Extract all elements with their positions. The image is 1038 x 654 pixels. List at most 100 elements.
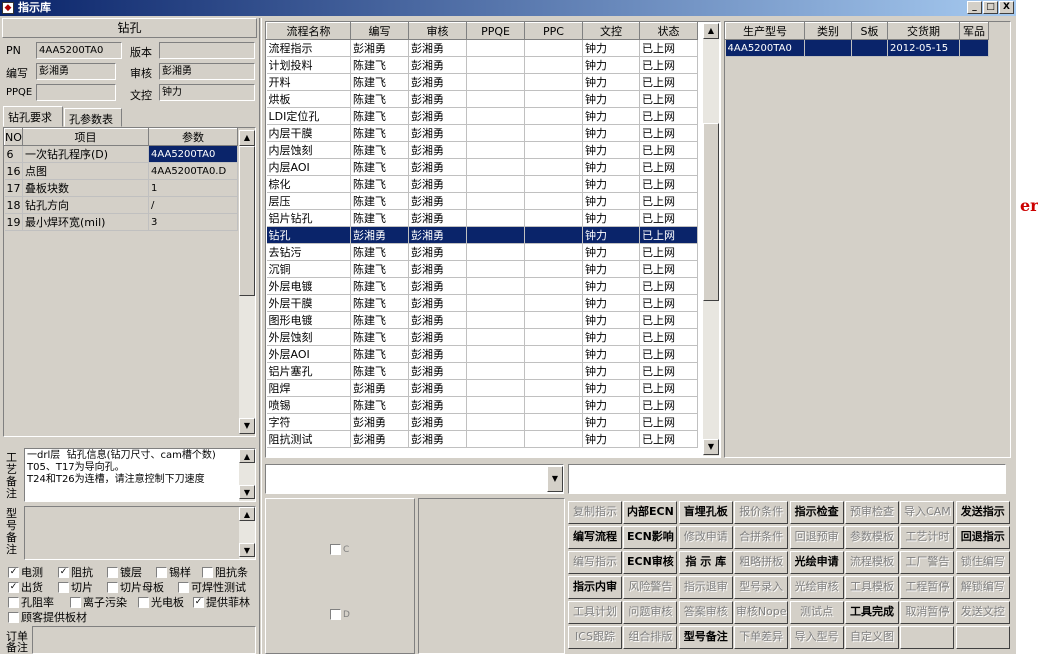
col-header-model[interactable]: 生产型号 [725,22,805,40]
action-button[interactable]: 修改申请 [678,526,733,549]
table-row[interactable]: 内层干膜 陈建飞 彭湘勇 钟力 已上网 [266,124,698,142]
checkbox-icon[interactable]: ✓ [8,566,19,578]
action-button[interactable]: 合拼条件 [734,526,789,549]
scroll-down-icon[interactable]: ▼ [239,418,255,434]
action-button[interactable]: 指示检查 [789,501,844,524]
action-button[interactable]: 发送文控 [955,601,1010,624]
action-button[interactable]: 指示退审 [678,576,733,599]
action-button[interactable]: 答案审核 [678,601,733,624]
scroll-down-icon[interactable]: ▼ [703,439,719,455]
check-d[interactable]: D [330,609,350,620]
table-row[interactable]: 开料 陈建飞 彭湘勇 钟力 已上网 [266,73,698,91]
ppqe-field[interactable] [36,84,116,101]
action-button[interactable]: 光绘审核 [789,576,844,599]
table-row[interactable]: 内层蚀刻 陈建飞 彭湘勇 钟力 已上网 [266,141,698,159]
action-button[interactable]: 复制指示 [568,501,622,524]
check-impedance-strip[interactable]: 阻抗条 [202,564,248,580]
table-row[interactable]: 棕化 陈建飞 彭湘勇 钟力 已上网 [266,175,698,193]
action-button[interactable]: 盲埋孔板 [678,501,733,524]
order-note-box[interactable] [32,626,256,654]
col-header-review[interactable]: 审核 [408,22,467,40]
remark-input[interactable] [568,464,1006,494]
table-row[interactable]: 烘板 陈建飞 彭湘勇 钟力 已上网 [266,90,698,108]
col-header-process[interactable]: 流程名称 [266,22,351,40]
minimize-button[interactable]: _ [967,1,982,14]
action-button[interactable]: 锁住编写 [955,551,1010,574]
table-row[interactable]: 去钻污 陈建飞 彭湘勇 钟力 已上网 [266,243,698,261]
action-button[interactable]: 导入型号 [789,626,844,649]
table-row[interactable]: 计划投料 陈建飞 彭湘勇 钟力 已上网 [266,56,698,74]
col-header-no[interactable]: NO [4,128,23,146]
table-row[interactable]: 钻孔 彭湘勇 彭湘勇 钟力 已上网 [266,226,698,244]
scroll-up-icon[interactable]: ▲ [239,449,255,463]
table-row[interactable]: 16 点图 4AA5200TA0.D [4,162,238,180]
check-hole-resistance[interactable]: 孔阻率 [8,594,54,610]
action-button[interactable]: 回退预审 [789,526,844,549]
drill-grid-scrollbar[interactable]: ▲ ▼ [239,130,255,434]
action-button[interactable] [900,626,955,649]
scroll-thumb[interactable] [239,146,255,296]
table-row[interactable]: 字符 彭湘勇 彭湘勇 钟力 已上网 [266,413,698,431]
action-button[interactable]: 粗略拼板 [734,551,789,574]
check-solderability[interactable]: 可焊性测试 [178,579,246,595]
action-button[interactable]: 编写指示 [568,551,622,574]
check-photoelectric[interactable]: 光电板 [138,594,184,610]
check-impedance[interactable]: ✓ 阻抗 [58,564,93,580]
action-button[interactable]: ICS跟踪 [568,626,622,649]
col-header-param[interactable]: 参数 [148,128,238,146]
table-row[interactable]: 层压 陈建飞 彭湘勇 钟力 已上网 [266,192,698,210]
scroll-up-icon[interactable]: ▲ [703,23,719,39]
doc-control-field[interactable]: 钟力 [159,84,255,101]
action-button[interactable]: 下单差异 [734,626,789,649]
action-button[interactable]: 导入CAM [900,501,955,524]
check-plating[interactable]: 镀层 [107,564,142,580]
table-row[interactable]: 6 一次钻孔程序(D) 4AA5200TA0 [4,145,238,163]
action-button[interactable]: 报价条件 [734,501,789,524]
table-row[interactable]: 17 叠板块数 1 [4,179,238,197]
checkbox-icon[interactable] [138,596,149,608]
version-field[interactable] [159,42,255,59]
table-row[interactable]: 4AA5200TA0 2012-05-15 [725,39,989,57]
checkbox-icon[interactable] [107,566,118,578]
tab-hole-params[interactable]: 孔参数表 [64,108,122,127]
pn-field[interactable]: 4AA5200TA0 [36,42,122,59]
table-row[interactable]: 铝片钻孔 陈建飞 彭湘勇 钟力 已上网 [266,209,698,227]
table-row[interactable]: 阻焊 彭湘勇 彭湘勇 钟力 已上网 [266,379,698,397]
checkbox-icon[interactable] [330,609,341,620]
splitter[interactable] [259,18,262,654]
action-button[interactable]: 指 示 库 [678,551,733,574]
check-section[interactable]: 切片 [58,579,93,595]
scroll-down-icon[interactable]: ▼ [239,485,255,499]
title-bar[interactable]: ◆ 指示库 _ □ X [0,0,1016,16]
col-header-status[interactable]: 状态 [639,22,698,40]
action-button[interactable]: 自定义图 [845,626,899,649]
checkbox-icon[interactable]: ✓ [58,566,69,578]
action-button[interactable]: 型号备注 [678,626,733,649]
checkbox-icon[interactable] [107,581,118,593]
table-row[interactable]: 喷锡 陈建飞 彭湘勇 钟力 已上网 [266,396,698,414]
check-provide-film[interactable]: ✓ 提供菲林 [193,594,250,610]
table-row[interactable]: 外层干膜 陈建飞 彭湘勇 钟力 已上网 [266,294,698,312]
col-header-ppc[interactable]: PPC [524,22,583,40]
table-row[interactable]: 图形电镀 陈建飞 彭湘勇 钟力 已上网 [266,311,698,329]
action-button[interactable]: 工艺计时 [900,526,955,549]
table-row[interactable]: 外层电镀 陈建飞 彭湘勇 钟力 已上网 [266,277,698,295]
check-customer-material[interactable]: 顾客提供板材 [8,609,87,625]
action-button[interactable]: 问题审核 [623,601,678,624]
checkbox-icon[interactable]: ✓ [193,596,204,608]
chevron-down-icon[interactable]: ▼ [547,466,563,492]
action-button[interactable]: 流程模板 [845,551,899,574]
scroll-up-icon[interactable]: ▲ [239,130,255,146]
action-button[interactable]: 型号录入 [734,576,789,599]
table-row[interactable]: 沉铜 陈建飞 彭湘勇 钟力 已上网 [266,260,698,278]
checkbox-icon[interactable] [156,566,167,578]
row-param[interactable]: 3 [148,213,238,231]
table-row[interactable]: 内层AOI 陈建飞 彭湘勇 钟力 已上网 [266,158,698,176]
col-header-author[interactable]: 编写 [350,22,409,40]
check-section-mother[interactable]: 切片母板 [107,579,164,595]
action-button[interactable]: 取消暂停 [900,601,955,624]
action-button[interactable] [955,626,1010,649]
process-grid-scrollbar[interactable]: ▲ ▼ [703,23,719,456]
table-row[interactable]: 外层蚀刻 陈建飞 彭湘勇 钟力 已上网 [266,328,698,346]
scroll-thumb[interactable] [703,123,719,301]
